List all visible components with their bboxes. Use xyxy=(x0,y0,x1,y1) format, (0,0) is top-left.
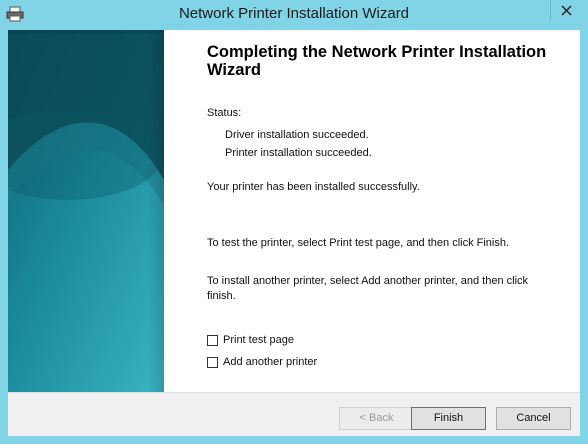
add-instruction: To install another printer, select Add a… xyxy=(207,275,529,302)
add-another-printer-checkbox[interactable]: Add another printer xyxy=(207,354,317,370)
side-banner xyxy=(8,30,164,392)
finish-button[interactable]: Finish xyxy=(411,407,486,430)
checkbox-box[interactable] xyxy=(207,356,218,368)
wizard-content: Completing the Network Printer Installat… xyxy=(164,30,580,392)
test-instruction: To test the printer, select Print test p… xyxy=(207,237,510,249)
success-message: Your printer has been installed successf… xyxy=(207,181,420,193)
checkbox-box[interactable] xyxy=(207,334,218,346)
status-label: Status: xyxy=(207,107,242,119)
wizard-footer: < Back Finish Cancel xyxy=(8,392,580,436)
wizard-window: Network Printer Installation Wizard Comp… xyxy=(0,0,588,444)
print-test-page-checkbox[interactable]: Print test page xyxy=(207,332,294,348)
checkbox-label[interactable]: Add another printer xyxy=(223,356,317,368)
title-bar[interactable]: Network Printer Installation Wizard xyxy=(0,0,588,30)
status-line-printer: Printer installation succeeded. xyxy=(225,147,372,159)
status-line-driver: Driver installation succeeded. xyxy=(225,129,369,141)
window-title: Network Printer Installation Wizard xyxy=(178,5,410,22)
wizard-client-area: Completing the Network Printer Installat… xyxy=(8,30,580,436)
checkbox-label[interactable]: Print test page xyxy=(223,334,294,346)
close-icon xyxy=(561,5,572,16)
page-title: Completing the Network Printer Installat… xyxy=(207,43,547,79)
back-button[interactable]: < Back xyxy=(339,407,414,430)
cancel-button[interactable]: Cancel xyxy=(496,407,571,430)
close-button[interactable] xyxy=(550,0,582,21)
